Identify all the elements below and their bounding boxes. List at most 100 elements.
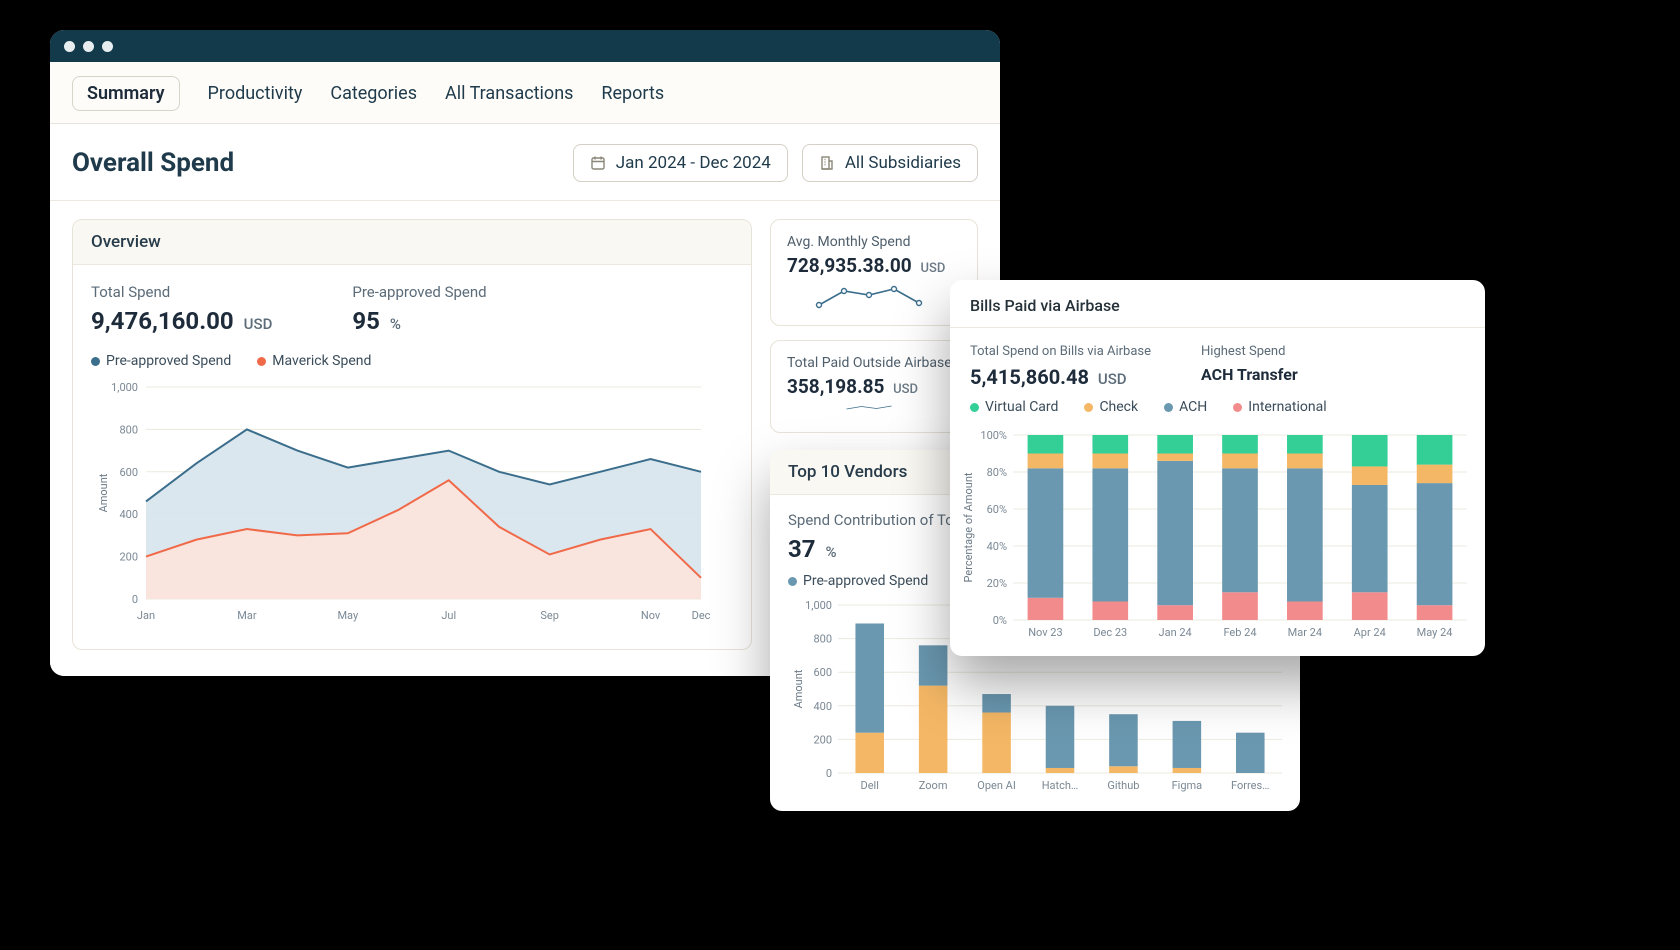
window-dot bbox=[102, 41, 113, 52]
svg-text:Sep: Sep bbox=[540, 609, 559, 622]
svg-text:Zoom: Zoom bbox=[919, 779, 948, 792]
tab-bar: Summary Productivity Categories All Tran… bbox=[50, 62, 1000, 124]
bills-legend: Virtual Card Check ACH International bbox=[950, 399, 1485, 421]
stat-value: 728,935.38.00 bbox=[787, 254, 912, 277]
subsidiary-label: All Subsidiaries bbox=[845, 153, 961, 173]
svg-text:200: 200 bbox=[813, 733, 832, 746]
svg-text:Dec: Dec bbox=[692, 609, 711, 622]
stat-label: Highest Spend bbox=[1201, 344, 1298, 359]
svg-text:Nov 23: Nov 23 bbox=[1028, 626, 1062, 639]
stat-unit: USD bbox=[244, 315, 273, 333]
overview-legend: Pre-approved Spend Maverick Spend bbox=[91, 353, 733, 369]
svg-text:800: 800 bbox=[813, 633, 832, 646]
svg-text:Apr 24: Apr 24 bbox=[1354, 626, 1386, 639]
svg-text:Jan 24: Jan 24 bbox=[1159, 626, 1192, 639]
svg-text:Mar 24: Mar 24 bbox=[1288, 626, 1322, 639]
legend-item: Maverick Spend bbox=[257, 353, 371, 369]
overview-panel: Overview Total Spend 9,476,160.00 USD Pr… bbox=[72, 219, 752, 650]
svg-text:800: 800 bbox=[119, 423, 138, 436]
legend-item: Pre-approved Spend bbox=[788, 573, 928, 589]
avg-monthly-card: Avg. Monthly Spend 728,935.38.00 USD bbox=[770, 219, 978, 326]
sparkline-icon bbox=[787, 404, 961, 418]
svg-text:80%: 80% bbox=[987, 466, 1007, 479]
svg-text:Dec 23: Dec 23 bbox=[1093, 626, 1127, 639]
bills-chart: 0% 20% 40% 60% 80% 100% Percentage of Amount No… bbox=[958, 429, 1473, 644]
legend-item: Pre-approved Spend bbox=[91, 353, 231, 369]
svg-text:Jul: Jul bbox=[441, 609, 456, 622]
stat-unit: USD bbox=[920, 261, 945, 276]
stat-label: Avg. Monthly Spend bbox=[787, 234, 961, 250]
svg-text:400: 400 bbox=[119, 508, 138, 521]
tab-all-transactions[interactable]: All Transactions bbox=[445, 83, 573, 104]
legend-item: Check bbox=[1084, 399, 1138, 415]
stat-unit: USD bbox=[893, 382, 918, 397]
subsidiary-filter[interactable]: All Subsidiaries bbox=[802, 144, 978, 182]
stat-unit: USD bbox=[1098, 370, 1127, 388]
tab-categories[interactable]: Categories bbox=[330, 83, 417, 104]
stat-label: Pre-approved Spend bbox=[352, 283, 486, 301]
calendar-icon bbox=[590, 155, 606, 171]
svg-text:200: 200 bbox=[119, 551, 138, 564]
svg-text:Dell: Dell bbox=[861, 779, 879, 792]
svg-text:May 24: May 24 bbox=[1417, 626, 1453, 639]
stat-unit: % bbox=[826, 543, 837, 561]
svg-text:Percentage of Amount: Percentage of Amount bbox=[962, 472, 975, 582]
svg-text:May: May bbox=[337, 609, 359, 622]
svg-text:100%: 100% bbox=[980, 429, 1007, 442]
legend-item: ACH bbox=[1164, 399, 1207, 415]
svg-text:Feb 24: Feb 24 bbox=[1223, 626, 1256, 639]
svg-text:Figma: Figma bbox=[1172, 779, 1203, 792]
tab-summary[interactable]: Summary bbox=[72, 76, 180, 111]
stat-label: Total Spend on Bills via Airbase bbox=[970, 344, 1151, 359]
svg-text:0: 0 bbox=[132, 593, 138, 606]
svg-text:400: 400 bbox=[813, 700, 832, 713]
svg-text:1,000: 1,000 bbox=[805, 599, 832, 612]
svg-text:60%: 60% bbox=[987, 503, 1007, 516]
svg-text:600: 600 bbox=[119, 466, 138, 479]
bills-title: Bills Paid via Airbase bbox=[950, 280, 1485, 328]
stat-bills-total: Total Spend on Bills via Airbase 5,415,8… bbox=[970, 344, 1151, 389]
svg-text:Nov: Nov bbox=[641, 609, 661, 622]
svg-text:0: 0 bbox=[826, 767, 832, 780]
bills-card: Bills Paid via Airbase Total Spend on Bi… bbox=[950, 280, 1485, 656]
legend-item: Virtual Card bbox=[970, 399, 1058, 415]
overview-chart: 0 200 400 600 800 1,000 Amount Jan Mar May Jul Sep N… bbox=[91, 377, 711, 627]
stat-value: ACH Transfer bbox=[1201, 365, 1298, 384]
sparkline-icon bbox=[787, 283, 961, 311]
building-icon bbox=[819, 155, 835, 171]
stat-value: 358,198.85 bbox=[787, 375, 884, 398]
stat-value: 37 bbox=[788, 535, 816, 563]
svg-text:Jan: Jan bbox=[137, 609, 155, 622]
svg-text:Open AI: Open AI bbox=[977, 779, 1016, 792]
overview-title: Overview bbox=[73, 220, 751, 265]
stat-label: Total Spend bbox=[91, 283, 272, 301]
svg-text:Github: Github bbox=[1107, 779, 1139, 792]
window-dot bbox=[64, 41, 75, 52]
svg-text:Forres…: Forres… bbox=[1231, 779, 1269, 792]
stat-bills-highest: Highest Spend ACH Transfer bbox=[1201, 344, 1298, 389]
svg-text:Amount: Amount bbox=[97, 473, 110, 512]
svg-text:0%: 0% bbox=[993, 614, 1007, 627]
stat-value: 9,476,160.00 bbox=[91, 307, 234, 335]
svg-text:Amount: Amount bbox=[792, 669, 805, 708]
svg-text:40%: 40% bbox=[987, 540, 1007, 553]
stat-value: 5,415,860.48 bbox=[970, 365, 1089, 389]
window-titlebar bbox=[50, 30, 1000, 62]
page-title: Overall Spend bbox=[72, 148, 234, 178]
window-dot bbox=[83, 41, 94, 52]
page-header: Overall Spend Jan 2024 - Dec 2024 bbox=[50, 124, 1000, 201]
legend-item: International bbox=[1233, 399, 1326, 415]
stat-unit: % bbox=[390, 315, 401, 333]
date-range-filter[interactable]: Jan 2024 - Dec 2024 bbox=[573, 144, 788, 182]
svg-text:20%: 20% bbox=[987, 577, 1007, 590]
svg-text:600: 600 bbox=[813, 666, 832, 679]
svg-text:Mar: Mar bbox=[237, 609, 257, 622]
filter-bar: Jan 2024 - Dec 2024 All Subsidiaries bbox=[573, 144, 978, 182]
stat-label: Total Paid Outside Airbase bbox=[787, 355, 961, 371]
svg-text:1,000: 1,000 bbox=[111, 381, 138, 394]
tab-reports[interactable]: Reports bbox=[601, 83, 664, 104]
stat-total-spend: Total Spend 9,476,160.00 USD bbox=[91, 283, 272, 335]
outside-card: Total Paid Outside Airbase 358,198.85 US… bbox=[770, 340, 978, 433]
svg-text:Hatch…: Hatch… bbox=[1042, 779, 1079, 792]
tab-productivity[interactable]: Productivity bbox=[208, 83, 303, 104]
